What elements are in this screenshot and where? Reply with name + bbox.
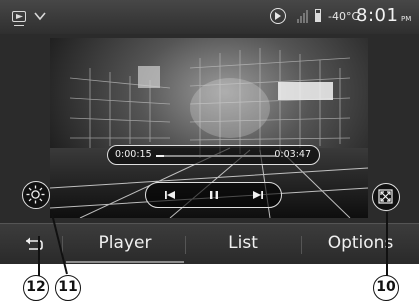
source-menu-icon[interactable] (12, 11, 26, 26)
brightness-button[interactable] (22, 181, 50, 209)
status-bar: -40°C 8:01 PM (0, 0, 419, 34)
battery-icon (315, 9, 321, 22)
previous-track-icon[interactable] (158, 186, 182, 204)
callout-leader-back (38, 236, 40, 276)
elapsed-time: 0:00:15 (115, 149, 152, 160)
clock-ampm: PM (401, 15, 412, 23)
signal-icon (297, 10, 309, 23)
callout-10: 10 (373, 275, 399, 301)
outside-temperature: -40°C (328, 10, 360, 23)
callout-11: 11 (55, 275, 81, 301)
progress-track[interactable] (156, 155, 276, 157)
brightness-icon (26, 185, 45, 204)
back-arrow-icon[interactable] (22, 234, 44, 252)
transport-controls (145, 182, 282, 208)
tab-player[interactable]: Player (66, 224, 184, 264)
callout-leader-fullscreen (386, 212, 388, 276)
now-playing-icon (270, 8, 286, 24)
pause-icon[interactable] (202, 186, 226, 204)
chevron-down-icon[interactable] (33, 9, 47, 23)
head-unit-screen: -40°C 8:01 PM 0:00:15 0:03:47 Player Lis… (0, 0, 419, 264)
playback-progress[interactable]: 0:00:15 0:03:47 (107, 145, 320, 165)
tab-separator (62, 236, 63, 254)
tab-options[interactable]: Options (302, 224, 419, 264)
tab-list[interactable]: List (186, 224, 300, 264)
progress-fill (156, 155, 165, 157)
fullscreen-button[interactable] (372, 183, 400, 211)
callout-12: 12 (23, 275, 49, 301)
clock-time: 8:01 (356, 5, 399, 26)
total-time: 0:03:47 (274, 149, 311, 160)
fullscreen-icon (378, 189, 393, 204)
next-track-icon[interactable] (246, 186, 270, 204)
